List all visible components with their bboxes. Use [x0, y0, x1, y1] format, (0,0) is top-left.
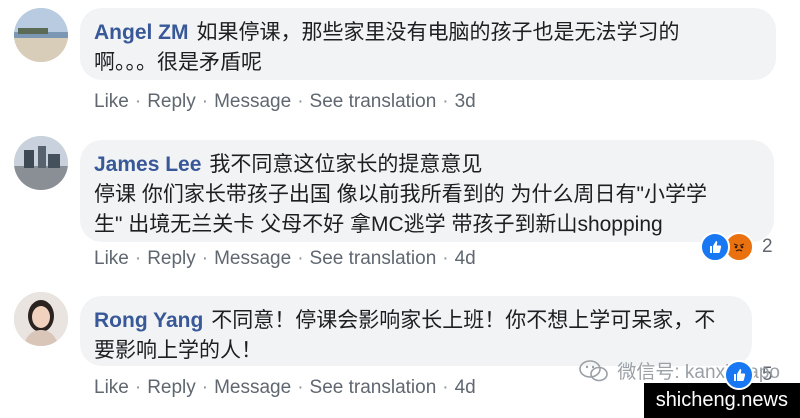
- site-label: shicheng.news: [643, 383, 800, 418]
- separator: ·: [297, 91, 304, 112]
- message-button[interactable]: Message: [214, 91, 291, 112]
- avatar-photo: [14, 8, 68, 62]
- comment-author[interactable]: Rong Yang: [94, 309, 203, 332]
- thumbs-up-icon: [724, 360, 754, 390]
- comment-time[interactable]: 3d: [455, 91, 476, 112]
- avatar-photo: [14, 292, 68, 346]
- thumbs-up-icon: [700, 232, 730, 262]
- see-translation-link[interactable]: See translation: [310, 248, 437, 269]
- comment-author[interactable]: Angel ZM: [94, 21, 189, 44]
- comment-bubble: Angel ZM 如果停课，那些家里没有电脑的孩子也是无法学习的 啊。。。很是矛盾…: [80, 8, 776, 80]
- separator: ·: [442, 91, 449, 112]
- avatar[interactable]: [14, 292, 68, 346]
- comment-actions: Like · Reply · Message · See translation · 4d: [94, 377, 476, 399]
- like-button[interactable]: Like: [94, 248, 129, 269]
- separator: ·: [134, 248, 142, 269]
- separator: ·: [297, 377, 304, 398]
- reply-button[interactable]: Reply: [147, 248, 196, 269]
- comment-time[interactable]: 4d: [455, 248, 476, 269]
- wechat-icon: [579, 359, 609, 381]
- comment-time[interactable]: 4d: [455, 377, 476, 398]
- see-translation-link[interactable]: See translation: [310, 377, 437, 398]
- message-button[interactable]: Message: [214, 377, 291, 398]
- separator: ·: [201, 377, 209, 398]
- avatar[interactable]: [14, 136, 68, 190]
- see-translation-link[interactable]: See translation: [310, 91, 437, 112]
- separator: ·: [201, 248, 209, 269]
- avatar-photo: [14, 136, 68, 190]
- message-button[interactable]: Message: [214, 248, 291, 269]
- reply-button[interactable]: Reply: [147, 91, 196, 112]
- comment-actions: Like · Reply · Message · See translation · 3d: [94, 91, 476, 113]
- separator: ·: [442, 248, 449, 269]
- watermark-text: 微信号: kanxinjiapo: [617, 362, 780, 383]
- comment-actions: Like · Reply · Message · See translation · 4d: [94, 248, 476, 270]
- separator: ·: [134, 377, 142, 398]
- reaction-count: 2: [762, 236, 773, 257]
- comment-author[interactable]: James Lee: [94, 153, 201, 176]
- like-button[interactable]: Like: [94, 377, 129, 398]
- comment-bubble: James Lee 我不同意这位家长的提意意见 停课 你们家长带孩子出国 像以前我…: [80, 140, 774, 242]
- reactions-summary[interactable]: 2: [700, 232, 773, 262]
- separator: ·: [201, 91, 209, 112]
- like-button[interactable]: Like: [94, 91, 129, 112]
- reply-button[interactable]: Reply: [147, 377, 196, 398]
- separator: ·: [297, 248, 304, 269]
- avatar[interactable]: [14, 8, 68, 62]
- separator: ·: [134, 91, 142, 112]
- separator: ·: [442, 377, 449, 398]
- comment-bubble: Rong Yang 不同意！停课会影响家长上班！你不想上学可呆家，不 要影响上学的…: [80, 296, 752, 366]
